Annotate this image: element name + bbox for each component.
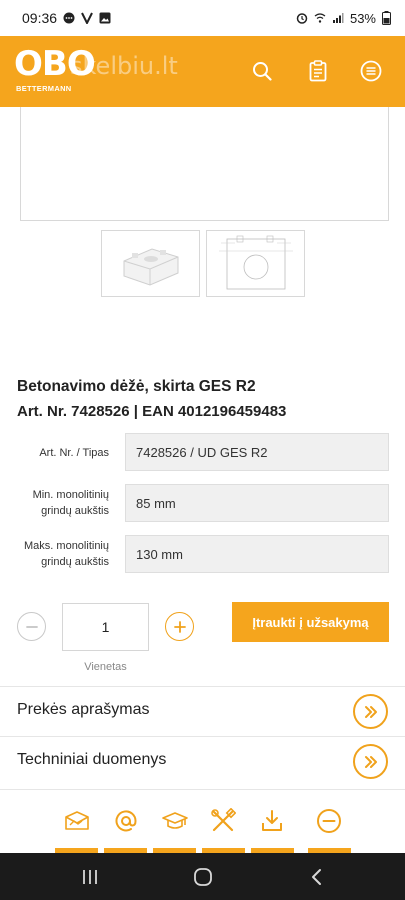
- battery-percent: 53%: [349, 10, 376, 26]
- spec-row: Min. monolitinių grindų aukštis 85 mm: [0, 484, 405, 524]
- wifi-icon: [314, 13, 326, 23]
- back-icon: [312, 869, 321, 885]
- status-bar: 09:36 53%: [0, 0, 405, 36]
- quantity-input[interactable]: 1: [62, 603, 149, 651]
- quantity-decrease-button[interactable]: [17, 612, 46, 641]
- battery-icon: [382, 11, 391, 25]
- spec-label: Art. Nr. / Tipas: [39, 447, 109, 459]
- collapse-toolbar-button[interactable]: [315, 807, 343, 835]
- expand-section-button[interactable]: [353, 694, 388, 729]
- product-main-image[interactable]: [20, 107, 389, 221]
- signal-icon: [332, 13, 344, 23]
- double-chevron-right-icon: [364, 755, 377, 768]
- download-icon: [262, 810, 282, 831]
- search-icon: [253, 62, 272, 81]
- section-technical-data[interactable]: Techniniai duomenys: [0, 736, 405, 786]
- minus-circle-icon: [317, 809, 341, 833]
- home-button[interactable]: [192, 866, 214, 888]
- order-list-button[interactable]: [305, 58, 331, 84]
- training-button[interactable]: [161, 807, 189, 835]
- box-photo-image: [123, 248, 179, 286]
- quantity-increase-button[interactable]: [165, 612, 194, 641]
- system-nav-bar: [0, 853, 405, 900]
- clipboard-icon: [309, 60, 327, 82]
- graduation-cap-icon: [162, 812, 188, 829]
- tools-icon: [211, 808, 236, 832]
- logo-subtext: BETTERMANN: [16, 84, 72, 93]
- watermark: skelbiu.lt: [70, 52, 178, 80]
- v-app-icon: [81, 12, 93, 24]
- minus-icon: [25, 625, 38, 628]
- spec-label: Maks. monolitinių grindų aukštis: [24, 540, 109, 568]
- menu-button[interactable]: [358, 58, 384, 84]
- spec-value: 130 mm: [125, 535, 389, 573]
- home-icon: [194, 868, 212, 886]
- gallery-icon: [99, 12, 111, 24]
- section-label: Prekės aprašymas: [17, 701, 150, 718]
- spec-label: Min. monolitinių grindų aukštis: [32, 489, 109, 517]
- spec-row: Art. Nr. / Tipas 7428526 / UD GES R2: [0, 433, 405, 473]
- plus-icon: [173, 620, 186, 633]
- technical-drawing-image: [219, 235, 293, 290]
- search-button[interactable]: [249, 58, 275, 84]
- add-to-order-button[interactable]: Įtraukti į užsakymą: [232, 602, 389, 642]
- product-thumbnail-photo[interactable]: [101, 230, 200, 297]
- product-title: Betonavimo dėžė, skirta GES R2: [17, 378, 256, 395]
- recent-apps-icon: [83, 870, 97, 884]
- status-time: 09:36: [22, 10, 58, 26]
- spec-value: 7428526 / UD GES R2: [125, 433, 389, 471]
- contact-button[interactable]: [63, 807, 91, 835]
- section-product-description[interactable]: Prekės aprašymas: [0, 686, 405, 736]
- bottom-toolbar: [0, 791, 405, 853]
- product-thumbnail-drawing[interactable]: [206, 230, 305, 297]
- handshake-mail-icon: [65, 811, 89, 830]
- section-label: Techniniai duomenys: [17, 751, 167, 768]
- spec-value: 85 mm: [125, 484, 389, 522]
- tools-button[interactable]: [209, 807, 237, 835]
- product-identifiers: Art. Nr. 7428526 | EAN 4012196459483: [17, 403, 287, 420]
- quantity-unit: Vienetas: [84, 661, 127, 673]
- chat-icon: [63, 12, 75, 24]
- back-button[interactable]: [306, 866, 328, 888]
- alarm-icon: [296, 13, 308, 24]
- menu-icon: [360, 60, 382, 82]
- recent-apps-button[interactable]: [79, 866, 101, 888]
- email-button[interactable]: [112, 807, 140, 835]
- expand-section-button[interactable]: [353, 744, 388, 779]
- download-button[interactable]: [258, 807, 286, 835]
- double-chevron-right-icon: [364, 705, 377, 718]
- at-sign-icon: [115, 810, 137, 832]
- app-header: OBO BETTERMANN skelbiu.lt: [0, 36, 405, 107]
- spec-row: Maks. monolitinių grindų aukštis 130 mm: [0, 535, 405, 575]
- divider: [0, 789, 405, 790]
